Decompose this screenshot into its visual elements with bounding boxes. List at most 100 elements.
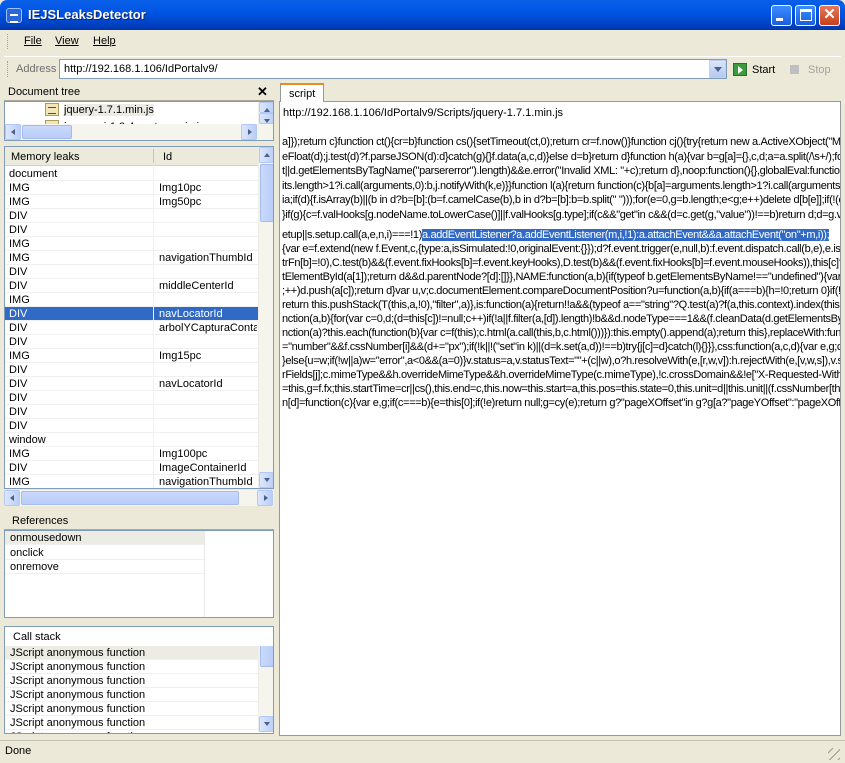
list-item[interactable]: onremove [5, 560, 204, 574]
code-line[interactable]: ="number"&&f.cssNumber[i]&&(d+="px");if(… [282, 341, 840, 355]
toolbar-grip[interactable] [7, 34, 10, 49]
code-line[interactable]: tElementById(a[1]);return d&&d.parentNod… [282, 271, 840, 285]
code-line[interactable]: rFields[j];c.mimeType&&h.overrideMimeTyp… [282, 369, 840, 383]
table-row[interactable]: IMG [5, 293, 258, 307]
table-row[interactable]: IMG navigationThumbId [5, 251, 258, 265]
table-row[interactable]: DIV ImageContainerId [5, 461, 258, 475]
list-item[interactable]: JScript anonymous function [5, 660, 258, 674]
code-line[interactable]: nction(a,b){for(var c=0,d;(d=this[c])!=n… [282, 313, 840, 327]
script-view[interactable]: http://192.168.1.106/IdPortalv9/Scripts/… [279, 102, 841, 736]
close-button[interactable]: ✕ [819, 5, 840, 26]
table-row[interactable]: DIV arbolYCapturaContainer [5, 321, 258, 335]
call-stack-list[interactable]: JScript anonymous function JScript anonym… [4, 646, 274, 734]
menu-help[interactable]: Help [93, 35, 116, 47]
resize-grip[interactable] [828, 748, 840, 760]
table-row[interactable]: DIV [5, 419, 258, 433]
code-line[interactable]: a]});return c}function ct(){cr=b}functio… [282, 136, 840, 150]
table-row[interactable]: document [5, 167, 258, 181]
close-icon[interactable]: ✕ [257, 84, 268, 100]
table-row[interactable]: IMG Img10pc [5, 181, 258, 195]
leak-type-cell: DIV [9, 336, 28, 348]
list-item[interactable]: JScript anonymous function [5, 646, 258, 660]
list-item[interactable]: onclick [5, 546, 204, 560]
table-row[interactable]: IMG Img50pc [5, 195, 258, 209]
scroll-thumb[interactable] [260, 646, 273, 667]
table-row[interactable]: DIV navLocatorId [5, 377, 258, 391]
list-item[interactable]: JScript anonymous function [5, 688, 258, 702]
scroll-thumb[interactable] [260, 164, 273, 222]
scroll-thumb[interactable] [21, 491, 239, 505]
scroll-left-arrow[interactable] [4, 490, 20, 506]
code-line[interactable]: trFn[b]=!0),C.test(b)&&(f.event.fixHooks… [282, 257, 840, 271]
table-row[interactable]: DIV [5, 265, 258, 279]
menu-file[interactable]: File [24, 35, 42, 47]
table-row[interactable]: IMG Img15pc [5, 349, 258, 363]
minimize-button[interactable] [771, 5, 792, 26]
list-item[interactable]: JScript anonymous function [5, 730, 258, 733]
table-row[interactable]: DIV middleCenterId [5, 279, 258, 293]
title-bar[interactable]: IEJSLeaksDetector ✕ [0, 0, 845, 30]
call-stack-vscroll[interactable] [258, 646, 273, 732]
scroll-down-arrow[interactable] [259, 113, 273, 124]
scroll-right-arrow[interactable] [257, 490, 273, 506]
scroll-up-arrow[interactable] [259, 147, 273, 163]
list-item[interactable]: JScript anonymous function [5, 716, 258, 730]
scroll-left-arrow[interactable] [5, 124, 21, 140]
code-line[interactable]: ;++)d.push(a[c]);return d}var u,v;c.docu… [282, 285, 840, 299]
table-row[interactable]: DIV [5, 335, 258, 349]
document-tree[interactable]: jquery-1.7.1.min.js jquery-ui-1.8.4.cust… [4, 101, 274, 141]
table-row[interactable]: DIV [5, 223, 258, 237]
scroll-up-arrow[interactable] [259, 102, 273, 113]
table-row[interactable]: DIV [5, 405, 258, 419]
code-line[interactable]: nction(a)?this.each(function(b){var c=f(… [282, 327, 840, 341]
table-row[interactable]: IMG [5, 237, 258, 251]
table-row[interactable]: IMG Img100pc [5, 447, 258, 461]
table-row[interactable]: DIV [5, 391, 258, 405]
code-line[interactable]: eFloat(d);j.test(d)?f.parseJSON(d):d}cat… [282, 151, 840, 165]
column-id[interactable]: Id [163, 151, 172, 163]
references-header: References [4, 512, 274, 530]
code-line-selected[interactable]: etup||s.setup.call(a,e,n,i)===!1)a.addEv… [282, 229, 830, 243]
code-line[interactable]: ia;if(d){f.isArray(b)||(b in d?b=[b]:(b=… [282, 194, 840, 208]
memory-leaks-list[interactable]: Memory leaks Id document IMG Img10pc IMG Img… [4, 146, 274, 489]
leak-type-cell: DIV [9, 378, 28, 390]
table-row[interactable]: DIV [5, 363, 258, 377]
code-line[interactable]: return this.pushStack(T(this,a,!0),"filt… [282, 299, 840, 313]
address-input[interactable] [59, 59, 727, 79]
address-dropdown-button[interactable] [709, 60, 726, 78]
table-row[interactable]: DIV navLocatorId [5, 307, 258, 321]
list-item[interactable]: JScript anonymous function [5, 702, 258, 716]
code-line[interactable]: =this,g=f.fx;this.startTime=cr||cs(),thi… [282, 383, 840, 397]
scroll-down-arrow[interactable] [259, 472, 273, 488]
code-line[interactable]: }else{u=w;if(!w||a)w="error",a<0&&(a=0)}… [282, 355, 840, 369]
code-line[interactable]: {var e=f.extend(new f.Event,c,{type:a,is… [282, 243, 840, 257]
list-item[interactable]: onmousedown [5, 531, 204, 545]
scroll-thumb[interactable] [22, 125, 72, 139]
tab-script[interactable]: script [280, 83, 324, 103]
scroll-down-arrow[interactable] [259, 716, 273, 732]
minimize-icon [776, 18, 783, 21]
document-tree-title: Document tree [8, 86, 81, 98]
stop-button[interactable]: Stop [787, 60, 839, 79]
menu-view[interactable]: View [55, 35, 79, 47]
document-tree-vscroll[interactable] [258, 102, 273, 124]
start-button[interactable]: Start [732, 60, 782, 79]
references-list[interactable]: onmousedown onclick onremove [4, 530, 274, 618]
code-selection[interactable]: a.addEventListener?a.addEventListener(m,… [422, 229, 830, 241]
toolbar-grip[interactable] [7, 61, 10, 77]
code-line[interactable]: t||d.getElementsByTagName("parsererror")… [282, 165, 840, 179]
memory-leaks-vscroll[interactable] [258, 147, 273, 488]
document-tree-hscroll[interactable] [5, 124, 273, 140]
memory-leaks-hscroll[interactable] [4, 490, 274, 506]
maximize-button[interactable] [795, 5, 816, 26]
leak-type-cell: IMG [9, 182, 30, 194]
table-row[interactable]: IMG navigationThumbId [5, 475, 258, 488]
table-row[interactable]: window [5, 433, 258, 447]
table-row[interactable]: DIV [5, 209, 258, 223]
scroll-right-arrow[interactable] [241, 124, 257, 140]
list-item[interactable]: JScript anonymous function [5, 674, 258, 688]
code-line[interactable]: n[d]=function(c){var e,g;if(c===b){e=thi… [282, 397, 840, 411]
code-line[interactable]: its.length>1?i.call(arguments,0):b,j.not… [282, 180, 840, 194]
column-memory-leaks[interactable]: Memory leaks [11, 151, 79, 163]
code-line[interactable]: }if(g){c=f.valHooks[g.nodeName.toLowerCa… [282, 209, 840, 223]
